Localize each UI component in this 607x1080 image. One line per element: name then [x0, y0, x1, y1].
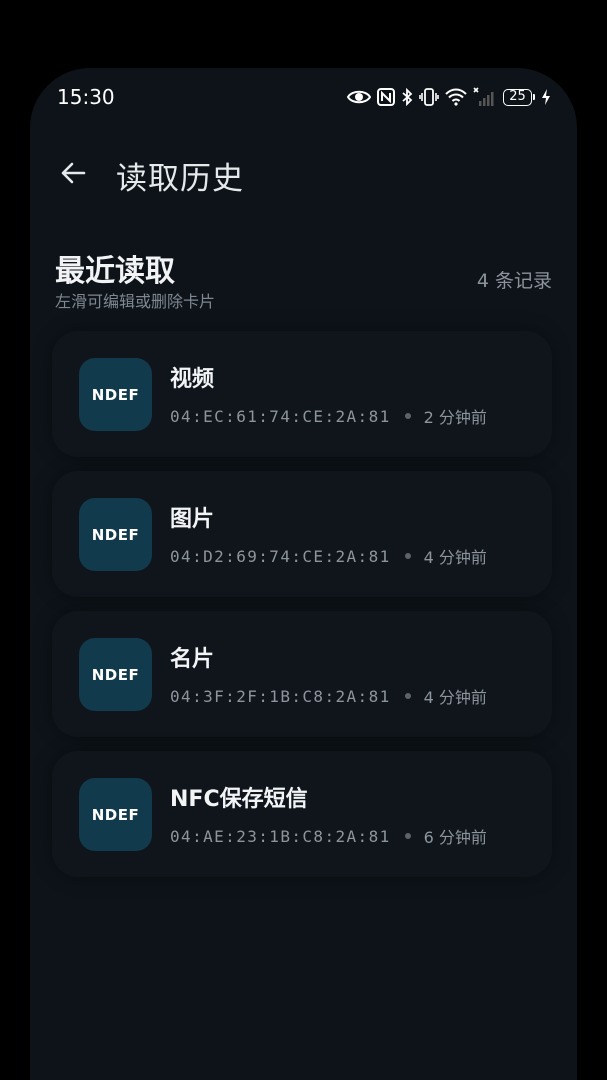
- page-title: 读取历史: [116, 161, 244, 197]
- record-uid: 04:D2:69:74:CE:2A:81: [170, 546, 391, 566]
- record-name: 图片: [170, 507, 215, 532]
- ndef-badge: NDEF: [79, 498, 152, 571]
- battery-icon: 25: [503, 88, 535, 106]
- record-name: 名片: [170, 647, 215, 672]
- section-title: 最近读取: [55, 254, 175, 289]
- ndef-badge: NDEF: [79, 778, 152, 851]
- separator-dot: [404, 693, 411, 699]
- record-name: 视频: [170, 367, 215, 392]
- charging-icon: [541, 88, 551, 106]
- record-meta: 04:AE:23:1B:C8:2A:81 6 分钟前: [170, 824, 487, 848]
- record-meta: 04:EC:61:74:CE:2A:81 2 分钟前: [170, 404, 487, 428]
- record-meta: 04:3F:2F:1B:C8:2A:81 4 分钟前: [170, 684, 487, 708]
- phone-screen: 15:30 25 读取历史 最近读取 左滑可编辑或删除卡片 4 条记录 NDEF…: [30, 68, 577, 1080]
- record-time: 4 分钟前: [423, 688, 487, 707]
- record-time: 4 分钟前: [423, 548, 487, 567]
- separator-dot: [404, 413, 411, 419]
- ndef-badge: NDEF: [79, 358, 152, 431]
- record-name: NFC保存短信: [170, 787, 308, 812]
- list-item[interactable]: NDEF 名片 04:3F:2F:1B:C8:2A:81 4 分钟前: [52, 611, 552, 737]
- section-hint: 左滑可编辑或删除卡片: [55, 292, 216, 311]
- record-uid: 04:3F:2F:1B:C8:2A:81: [170, 686, 391, 706]
- vibrate-icon: [419, 88, 439, 106]
- status-time: 15:30: [57, 85, 115, 109]
- list-item[interactable]: NDEF NFC保存短信 04:AE:23:1B:C8:2A:81 6 分钟前: [52, 751, 552, 877]
- battery-cap: [533, 94, 535, 100]
- separator-dot: [404, 833, 411, 839]
- record-uid: 04:EC:61:74:CE:2A:81: [170, 406, 391, 426]
- list-item[interactable]: NDEF 视频 04:EC:61:74:CE:2A:81 2 分钟前: [52, 331, 552, 457]
- record-meta: 04:D2:69:74:CE:2A:81 4 分钟前: [170, 544, 487, 568]
- separator-dot: [404, 553, 411, 559]
- ndef-badge: NDEF: [79, 638, 152, 711]
- app-header: 读取历史: [30, 148, 577, 198]
- list-item[interactable]: NDEF 图片 04:D2:69:74:CE:2A:81 4 分钟前: [52, 471, 552, 597]
- status-icons: 25: [347, 86, 551, 108]
- record-count: 4 条记录: [476, 270, 552, 292]
- eye-icon: [347, 88, 371, 106]
- record-uid: 04:AE:23:1B:C8:2A:81: [170, 826, 391, 846]
- status-bar: 15:30 25: [30, 68, 577, 128]
- record-time: 2 分钟前: [423, 408, 487, 427]
- no-signal-icon: [473, 87, 497, 107]
- record-time: 6 分钟前: [423, 828, 487, 847]
- battery-level: 25: [503, 88, 532, 106]
- arrow-left-icon: [61, 162, 86, 184]
- back-button[interactable]: [56, 156, 90, 190]
- bluetooth-icon: [401, 88, 413, 106]
- wifi-icon: [445, 88, 467, 106]
- nfc-icon: [377, 88, 395, 106]
